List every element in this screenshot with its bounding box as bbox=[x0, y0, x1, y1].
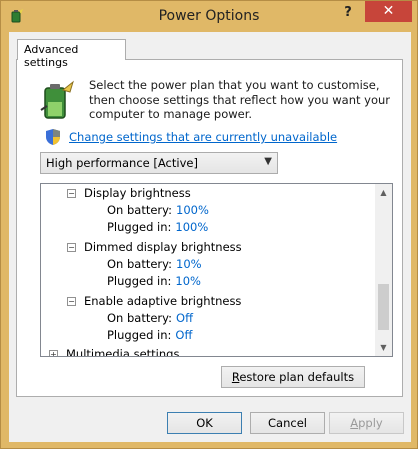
tree-row-display-plugged-in[interactable]: Plugged in: 100% bbox=[107, 220, 208, 237]
tree-row-dimmed-on-battery[interactable]: On battery: 10% bbox=[107, 257, 202, 274]
intro-description: Select the power plan that you want to c… bbox=[89, 78, 391, 121]
tab-advanced-settings[interactable]: Advanced settings bbox=[17, 39, 126, 69]
power-plan-dropdown[interactable]: High performance [Active] ▼ bbox=[40, 152, 278, 174]
change-unavailable-settings-link[interactable]: Change settings that are currently unava… bbox=[69, 130, 337, 144]
expand-icon[interactable]: + bbox=[49, 350, 58, 356]
ok-button[interactable]: OK bbox=[167, 412, 242, 434]
display-plugged-in-value[interactable]: 100% bbox=[175, 220, 208, 234]
tree-row-label: Enable adaptive brightness bbox=[84, 294, 242, 308]
collapse-icon[interactable]: − bbox=[67, 189, 76, 198]
tree-row-display-on-battery[interactable]: On battery: 100% bbox=[107, 203, 209, 220]
scrollbar-thumb[interactable] bbox=[378, 284, 389, 330]
power-plan-selected-value: High performance [Active] bbox=[46, 156, 198, 170]
close-button[interactable]: ✕ bbox=[365, 1, 412, 22]
tree-row-label: On battery: bbox=[107, 311, 173, 325]
title-bar[interactable]: Power Options ? ✕ bbox=[1, 1, 417, 32]
battery-plug-icon bbox=[40, 80, 74, 119]
tree-row-dimmed-plugged-in[interactable]: Plugged in: 10% bbox=[107, 274, 201, 291]
tree-row-display-brightness[interactable]: − Display brightness bbox=[67, 186, 191, 203]
help-button[interactable]: ? bbox=[335, 4, 361, 24]
advanced-settings-panel: Select the power plan that you want to c… bbox=[16, 59, 403, 397]
scroll-down-icon[interactable]: ▼ bbox=[375, 339, 392, 356]
chevron-down-icon: ▼ bbox=[264, 156, 272, 167]
tree-row-adaptive-brightness[interactable]: − Enable adaptive brightness bbox=[67, 294, 241, 311]
tree-row-label: On battery: bbox=[107, 203, 173, 217]
tree-row-label: Plugged in: bbox=[107, 328, 172, 342]
dialog-client-area: Advanced settings Select the power plan … bbox=[9, 32, 411, 442]
apply-button[interactable]: Apply bbox=[329, 412, 404, 434]
collapse-icon[interactable]: − bbox=[67, 243, 76, 252]
tree-row-adaptive-on-battery[interactable]: On battery: Off bbox=[107, 311, 193, 328]
uac-shield-icon bbox=[46, 129, 60, 145]
scroll-up-icon[interactable]: ▲ bbox=[375, 184, 392, 201]
tree-row-label: Multimedia settings bbox=[66, 347, 180, 357]
power-options-window: Power Options ? ✕ Advanced settings Sele… bbox=[0, 0, 418, 449]
tree-row-multimedia-settings[interactable]: + Multimedia settings bbox=[49, 347, 180, 357]
apply-label: pply bbox=[358, 416, 383, 430]
tree-row-label: Plugged in: bbox=[107, 274, 172, 288]
apply-accelerator: A bbox=[350, 416, 359, 430]
settings-tree[interactable]: − Display brightness On battery: 100% Plug… bbox=[40, 183, 393, 357]
display-on-battery-value[interactable]: 100% bbox=[176, 203, 209, 217]
tree-row-label: Dimmed display brightness bbox=[84, 240, 242, 254]
collapse-icon[interactable]: − bbox=[67, 297, 76, 306]
tree-row-adaptive-plugged-in[interactable]: Plugged in: Off bbox=[107, 328, 192, 345]
tree-row-dimmed-display-brightness[interactable]: − Dimmed display brightness bbox=[67, 240, 242, 257]
restore-plan-defaults-button[interactable]: Restore plan defaults bbox=[221, 366, 365, 388]
adaptive-on-battery-value[interactable]: Off bbox=[176, 311, 193, 325]
dimmed-on-battery-value[interactable]: 10% bbox=[176, 257, 202, 271]
restore-label: estore plan defaults bbox=[239, 370, 355, 384]
tree-row-label: Display brightness bbox=[84, 186, 191, 200]
cancel-button[interactable]: Cancel bbox=[250, 412, 325, 434]
adaptive-plugged-in-value[interactable]: Off bbox=[175, 328, 192, 342]
tree-row-label: Plugged in: bbox=[107, 220, 172, 234]
dimmed-plugged-in-value[interactable]: 10% bbox=[175, 274, 201, 288]
tree-scrollbar[interactable]: ▲ ▼ bbox=[375, 184, 392, 356]
tree-row-label: On battery: bbox=[107, 257, 173, 271]
